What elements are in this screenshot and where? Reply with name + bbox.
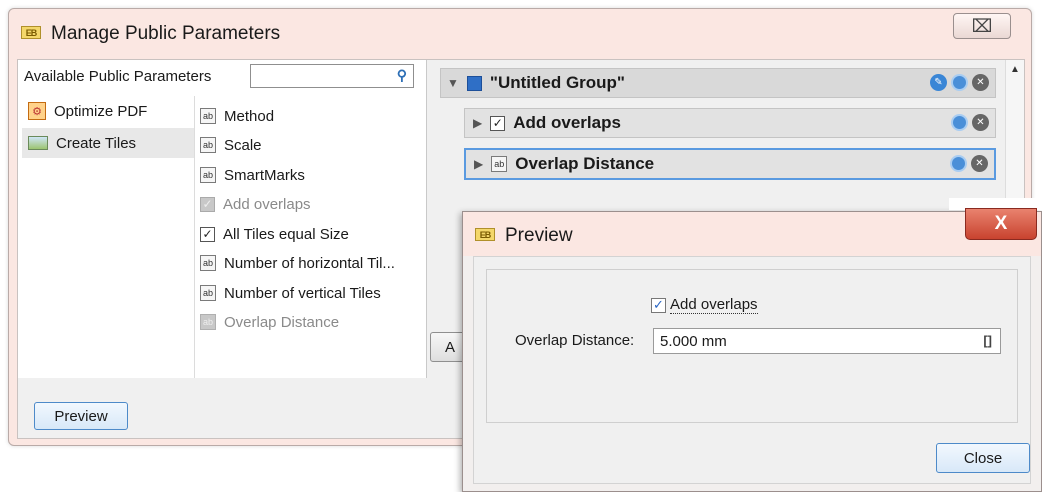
preview-window: EB Preview X ✓ Add overlaps Overlap Dist… xyxy=(462,198,1042,492)
category-label: Optimize PDF xyxy=(54,102,148,120)
tree-group-untitled[interactable]: ▼ "Untitled Group" ✎ ✕ xyxy=(440,68,996,98)
overlap-distance-label: Overlap Distance: xyxy=(515,332,635,349)
tree-item-label: Add overlaps xyxy=(513,113,621,132)
parameter-item-all-tiles-equal-size[interactable]: ✓ All Tiles equal Size xyxy=(200,221,349,247)
tree-item-overlap-distance[interactable]: ▶ ab Overlap Distance ✕ xyxy=(464,148,996,180)
checkbox-icon: ✓ xyxy=(200,226,215,242)
optimize-pdf-icon: ⚙ xyxy=(28,102,46,120)
parameter-label: Scale xyxy=(224,136,262,154)
expand-arrow-icon[interactable]: ▶ xyxy=(473,116,482,130)
app-window-icon: EB xyxy=(21,26,41,39)
preview-title-bar: EB Preview X xyxy=(463,208,1041,256)
text-field-icon: ab xyxy=(200,137,216,153)
remove-icon[interactable]: ✕ xyxy=(972,74,989,91)
search-input[interactable]: ⚲ xyxy=(250,64,414,88)
collapse-arrow-icon[interactable]: ▼ xyxy=(447,76,459,90)
parameter-item-scale[interactable]: ab Scale xyxy=(200,132,262,158)
add-overlaps-label: Add overlaps xyxy=(670,296,758,314)
select-icon[interactable] xyxy=(951,114,968,131)
scroll-up-icon[interactable]: ▲ xyxy=(1010,64,1020,75)
text-field-icon: ab xyxy=(200,167,216,183)
parameter-label: Method xyxy=(224,107,275,125)
create-tiles-icon xyxy=(28,136,48,150)
category-label: Create Tiles xyxy=(56,134,137,152)
overlap-distance-input[interactable]: 5.000 mm [] xyxy=(653,328,1001,354)
parameter-item-add-overlaps: ✓ Add overlaps xyxy=(200,191,311,217)
window-close-button[interactable]: ⌧ xyxy=(953,13,1011,39)
group-icon xyxy=(466,75,482,91)
remove-icon[interactable]: ✕ xyxy=(971,155,988,172)
text-field-icon: ab xyxy=(200,285,216,301)
parameter-label: Number of horizontal Til... xyxy=(224,254,395,272)
window-title: Manage Public Parameters xyxy=(51,23,281,44)
category-list: ⚙ Optimize PDF Create Tiles xyxy=(18,96,195,378)
app-window-icon: EB xyxy=(475,228,495,241)
checkbox-icon: ✓ xyxy=(200,196,215,212)
checkbox-icon: ✓ xyxy=(490,115,506,131)
parameter-item-horizontal-tiles[interactable]: ab Number of horizontal Til... xyxy=(200,250,395,276)
tree-item-label: Overlap Distance xyxy=(515,154,655,173)
preview-body: ✓ Add overlaps Overlap Distance: 5.000 m… xyxy=(473,256,1031,484)
add-overlaps-checkbox[interactable]: ✓ Add overlaps xyxy=(651,296,758,314)
parameter-label: Number of vertical Tiles xyxy=(224,284,381,302)
parameter-item-method[interactable]: ab Method xyxy=(200,103,274,129)
close-icon: ⌧ xyxy=(971,15,993,36)
preview-title: Preview xyxy=(505,225,573,246)
text-field-icon: ab xyxy=(491,156,508,172)
close-icon: X xyxy=(994,213,1008,234)
category-item-optimize-pdf[interactable]: ⚙ Optimize PDF xyxy=(22,96,194,126)
close-button[interactable]: Close xyxy=(936,443,1030,473)
search-icon[interactable]: ⚲ xyxy=(397,67,407,84)
parameter-label: Add overlaps xyxy=(223,195,311,213)
checkmark-icon: ✓ xyxy=(651,297,666,313)
text-field-icon: ab xyxy=(200,255,216,271)
expand-arrow-icon[interactable]: ▶ xyxy=(474,157,483,171)
tree-item-add-overlaps[interactable]: ▶ ✓ Add overlaps ✕ xyxy=(464,108,996,138)
select-icon[interactable] xyxy=(951,74,968,91)
preview-button[interactable]: Preview xyxy=(34,402,128,430)
overlap-distance-value: 5.000 mm xyxy=(660,333,727,350)
parameter-item-vertical-tiles[interactable]: ab Number of vertical Tiles xyxy=(200,280,381,306)
parameter-label: SmartMarks xyxy=(224,166,305,184)
text-field-icon: ab xyxy=(200,314,216,330)
text-field-icon: ab xyxy=(200,108,216,124)
parameter-item-overlap-distance: ab Overlap Distance xyxy=(200,309,339,335)
group-label: "Untitled Group" xyxy=(489,73,625,92)
parameter-label: Overlap Distance xyxy=(224,313,340,331)
unit-selector-icon[interactable]: [] xyxy=(983,333,992,348)
category-item-create-tiles[interactable]: Create Tiles xyxy=(22,128,194,158)
edit-icon[interactable]: ✎ xyxy=(930,74,947,91)
available-parameters-header: Available Public Parameters xyxy=(24,68,212,85)
parameter-item-smartmarks[interactable]: ab SmartMarks xyxy=(200,162,305,188)
preview-group-box: ✓ Add overlaps Overlap Distance: 5.000 m… xyxy=(486,269,1018,423)
select-icon[interactable] xyxy=(950,155,967,172)
remove-icon[interactable]: ✕ xyxy=(972,114,989,131)
parameter-label: All Tiles equal Size xyxy=(223,225,349,243)
available-parameters-panel: Available Public Parameters ⚲ ⚙ Optimize… xyxy=(18,60,427,378)
preview-close-icon-button[interactable]: X xyxy=(965,208,1037,240)
